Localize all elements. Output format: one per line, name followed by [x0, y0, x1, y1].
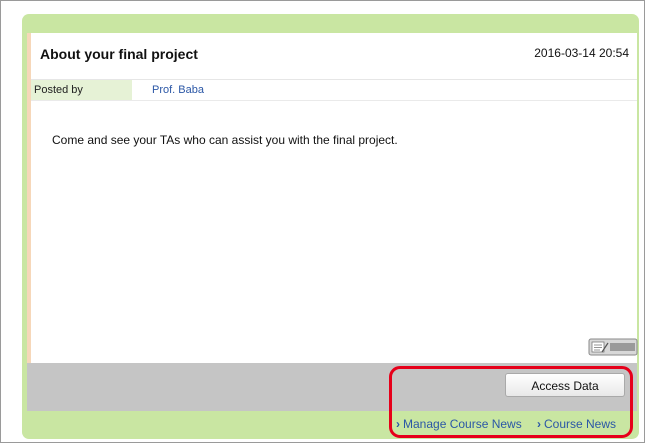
news-post-panel: About your final project 2016-03-14 20:5… [27, 33, 638, 363]
post-date: 2016-03-14 20:54 [534, 46, 629, 60]
memo-icon[interactable] [588, 338, 638, 356]
post-meta-row: Posted by Prof. Baba [31, 80, 637, 101]
author-link[interactable]: Prof. Baba [152, 80, 204, 100]
posted-by-label: Posted by [31, 80, 132, 100]
post-body: Come and see your TAs who can assist you… [52, 133, 398, 147]
highlight-annotation [389, 366, 633, 438]
post-title: About your final project [40, 46, 198, 62]
post-header: About your final project 2016-03-14 20:5… [31, 33, 637, 80]
